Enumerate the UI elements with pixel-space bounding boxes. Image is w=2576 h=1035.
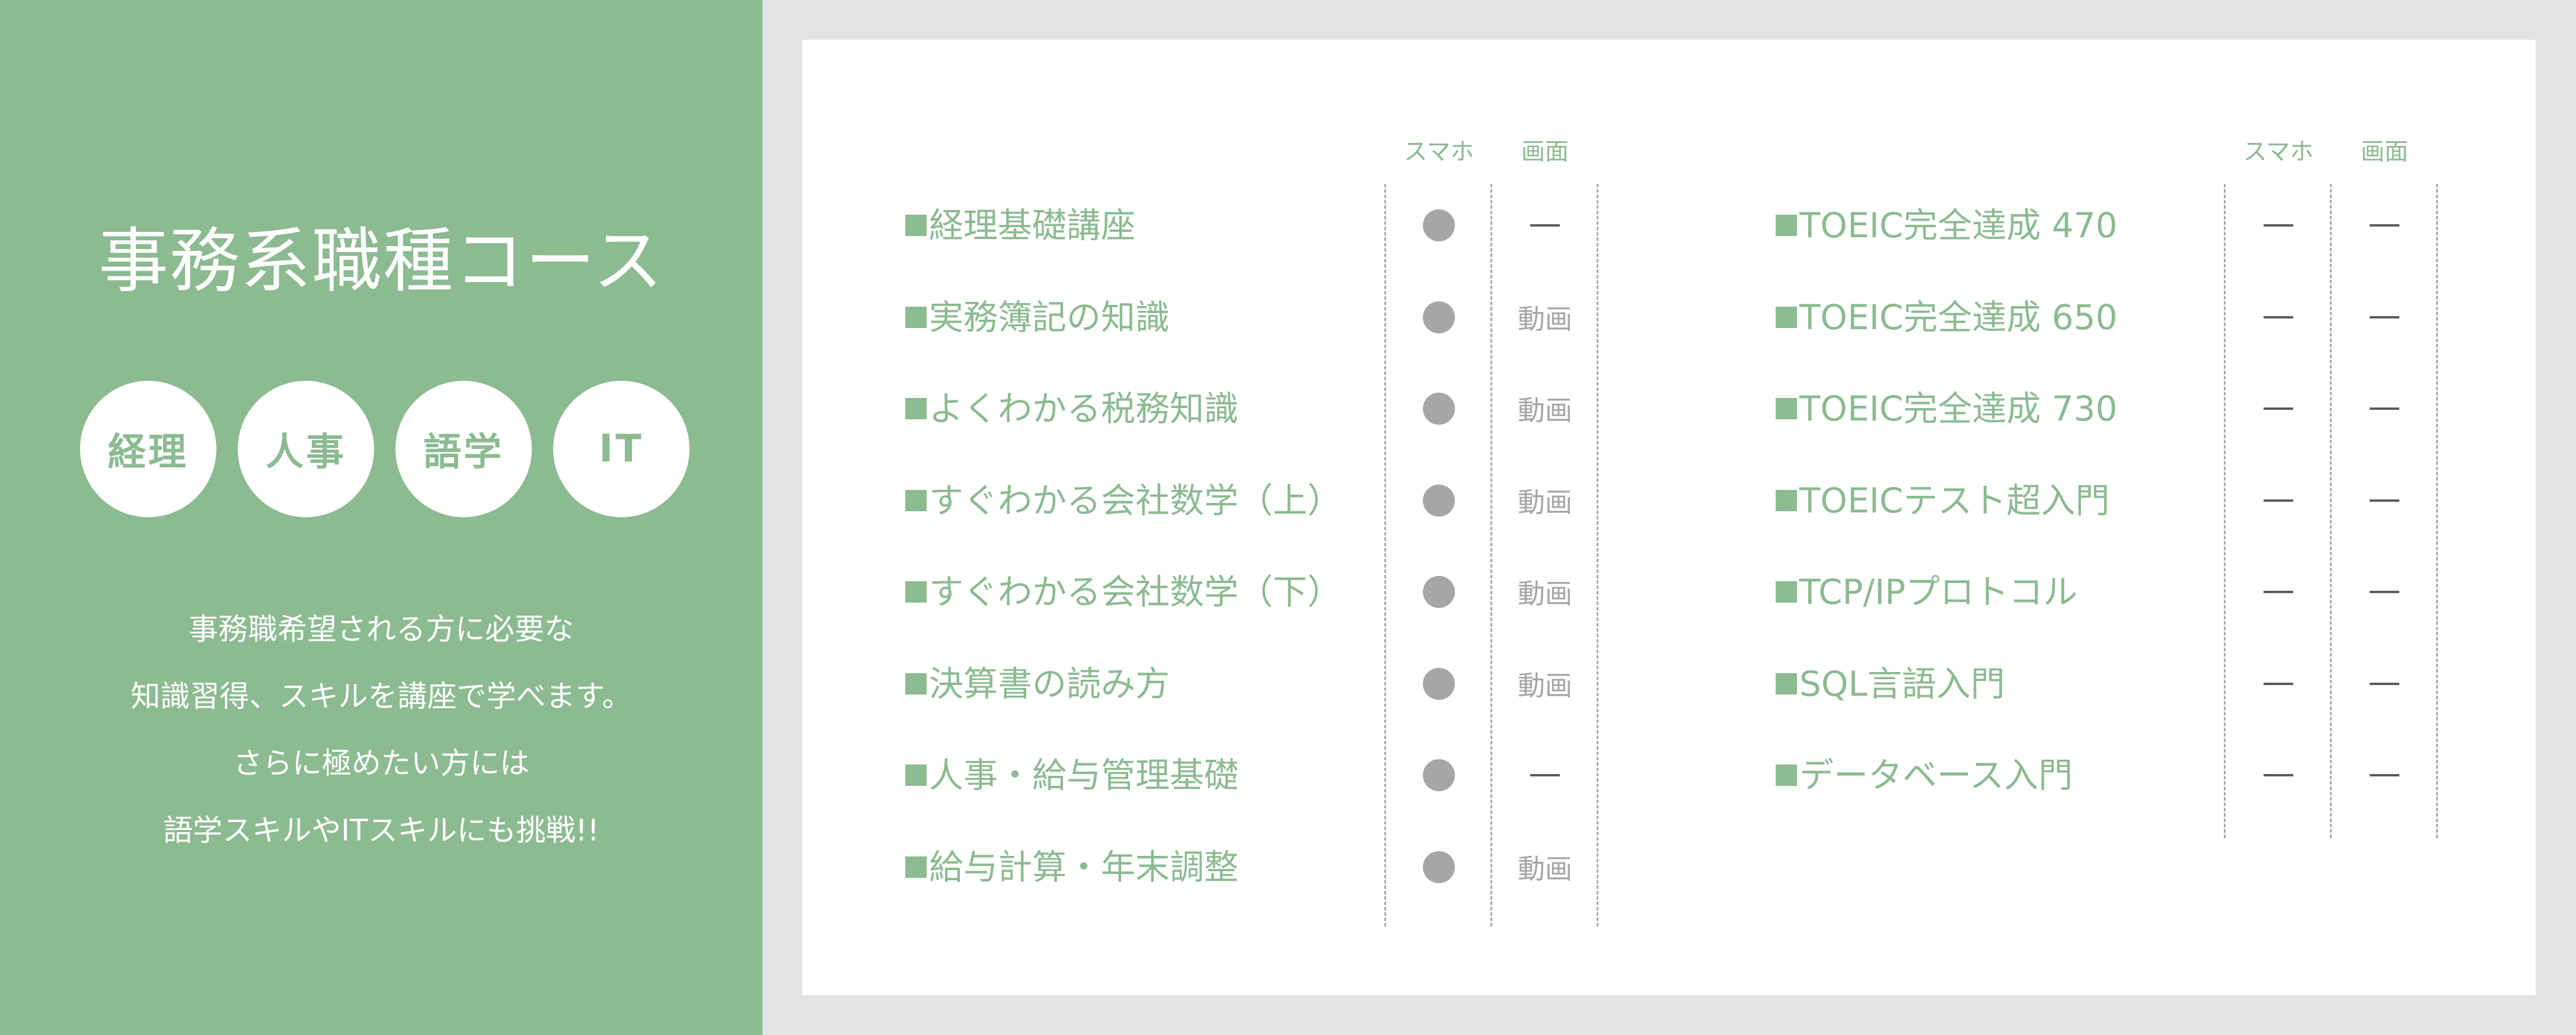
unavailable-dash-icon	[2370, 407, 2399, 410]
course-name: TCP/IPプロトコル	[1799, 572, 2078, 612]
course-row[interactable]: データベース入門	[0, 746, 2576, 805]
description: 事務職希望される方に必要な 知識習得、スキルを講座で学べます。 さらに極めたい方…	[0, 596, 762, 864]
smartphone-availability-cell	[2226, 196, 2331, 255]
column-header-smartphone: スマホ	[1403, 138, 1474, 165]
course-row[interactable]: SQL言語入門	[0, 654, 2576, 714]
unavailable-dash-icon	[2370, 591, 2399, 593]
course-name-link[interactable]: TCP/IPプロトコル	[1776, 562, 2077, 622]
course-name-link[interactable]: TOEIC完全達成 730	[1776, 379, 2117, 438]
course-name-link[interactable]: TOEICテスト超入門	[1776, 471, 2109, 530]
course-row[interactable]: TOEIC完全達成 730	[0, 379, 2576, 438]
column-header-screen: 画面	[2361, 138, 2408, 165]
smartphone-availability-cell	[2226, 471, 2331, 530]
smartphone-availability-cell	[2226, 379, 2331, 438]
course-name: TOEIC完全達成 650	[1799, 297, 2118, 337]
square-bullet-icon	[905, 856, 927, 878]
unavailable-dash-icon	[2264, 316, 2293, 319]
smartphone-availability-cell	[1387, 837, 1491, 897]
course-row[interactable]: TOEIC完全達成 650	[0, 288, 2576, 347]
screen-availability-cell	[2332, 196, 2437, 255]
smartphone-availability-cell	[2226, 288, 2331, 347]
square-bullet-icon	[1776, 398, 1797, 419]
course-name-link[interactable]: 給与計算・年末調整	[905, 837, 1238, 897]
unavailable-dash-icon	[2264, 224, 2293, 227]
unavailable-dash-icon	[2370, 224, 2399, 227]
square-bullet-icon	[1776, 673, 1797, 695]
course-name: データベース入門	[1799, 755, 2073, 795]
course-name: TOEIC完全達成 470	[1799, 205, 2118, 246]
video-label: 動画	[1518, 852, 1572, 885]
square-bullet-icon	[1776, 215, 1797, 236]
screen-availability-cell	[2332, 288, 2437, 347]
square-bullet-icon	[1776, 306, 1797, 328]
smartphone-availability-cell	[2226, 562, 2331, 622]
column-header-smartphone: スマホ	[2243, 138, 2314, 165]
column-header-screen: 画面	[1521, 138, 1569, 165]
smartphone-availability-cell	[2226, 746, 2331, 805]
unavailable-dash-icon	[2370, 316, 2399, 319]
unavailable-dash-icon	[2264, 407, 2293, 410]
smartphone-availability-cell	[2226, 654, 2331, 714]
course-name: TOEIC完全達成 730	[1799, 388, 2118, 429]
screen-availability-cell	[2332, 562, 2437, 622]
course-name-link[interactable]: TOEIC完全達成 470	[1776, 196, 2117, 255]
unavailable-dash-icon	[2264, 774, 2293, 776]
unavailable-dash-icon	[2370, 682, 2399, 685]
unavailable-dash-icon	[2370, 499, 2399, 502]
screen-availability-cell	[2332, 471, 2437, 530]
unavailable-dash-icon	[2264, 499, 2293, 502]
course-row[interactable]: TCP/IPプロトコル	[0, 562, 2576, 622]
screen-availability-cell	[2332, 746, 2437, 805]
course-row[interactable]: 給与計算・年末調整 動画	[0, 837, 2576, 897]
course-name: TOEICテスト超入門	[1799, 480, 2110, 521]
course-name: SQL言語入門	[1799, 663, 2005, 704]
square-bullet-icon	[1776, 765, 1797, 786]
screen-availability-cell: 動画	[1493, 837, 1597, 897]
screen-availability-cell	[2332, 379, 2437, 438]
screen-availability-cell	[2332, 654, 2437, 714]
course-name-link[interactable]: TOEIC完全達成 650	[1776, 288, 2117, 347]
course-row[interactable]: TOEIC完全達成 470	[0, 196, 2576, 255]
course-name-link[interactable]: データベース入門	[1776, 746, 2073, 805]
course-name-link[interactable]: SQL言語入門	[1776, 654, 2005, 714]
unavailable-dash-icon	[2264, 682, 2293, 685]
unavailable-dash-icon	[2370, 774, 2399, 776]
square-bullet-icon	[1776, 489, 1797, 511]
course-name: 給与計算・年末調整	[929, 846, 1239, 887]
available-circle-icon	[1423, 851, 1455, 883]
unavailable-dash-icon	[2264, 591, 2293, 593]
square-bullet-icon	[1776, 581, 1797, 603]
course-row[interactable]: TOEICテスト超入門	[0, 471, 2576, 530]
